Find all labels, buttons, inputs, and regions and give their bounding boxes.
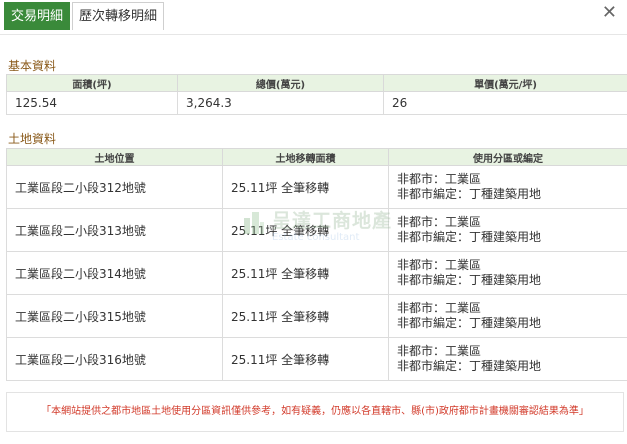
land-cell-usage: 非都市：工業區 非都市編定：丁種建築用地 xyxy=(388,251,627,295)
usage-designation: 非都市編定：丁種建築用地 xyxy=(397,273,542,287)
land-header-location: 土地位置 xyxy=(6,148,223,166)
tab-transfer-history[interactable]: 歷次轉移明細 xyxy=(72,2,165,30)
usage-zone: 非都市：工業區 xyxy=(397,258,482,272)
disclaimer-note: 「本網站提供之都市地區土地使用分區資訊僅供參考，如有疑義，仍應以各直轄市、縣(市… xyxy=(6,392,624,432)
land-cell-area: 25.11坪 全筆移轉 xyxy=(222,251,389,295)
land-cell-area: 25.11坪 全筆移轉 xyxy=(222,165,389,209)
land-cell-location: 工業區段二小段312地號 xyxy=(6,165,223,209)
land-header-usage: 使用分區或編定 xyxy=(388,148,627,166)
land-cell-location: 工業區段二小段315地號 xyxy=(6,294,223,338)
usage-designation: 非都市編定：丁種建築用地 xyxy=(397,316,542,330)
close-icon[interactable]: ✕ xyxy=(602,4,617,22)
table-row: 工業區段二小段313地號 25.11坪 全筆移轉 非都市：工業區 非都市編定：丁種… xyxy=(6,208,627,252)
land-table: 土地位置 土地移轉面積 使用分區或編定 工業區段二小段312地號 25.11坪 … xyxy=(6,148,627,381)
land-cell-area: 25.11坪 全筆移轉 xyxy=(222,208,389,252)
land-cell-area: 25.11坪 全筆移轉 xyxy=(222,337,389,381)
basic-cell-unit-price: 26 xyxy=(383,91,627,115)
usage-designation: 非都市編定：丁種建築用地 xyxy=(397,230,542,244)
usage-zone: 非都市：工業區 xyxy=(397,172,482,186)
usage-zone: 非都市：工業區 xyxy=(397,344,482,358)
usage-designation: 非都市編定：丁種建築用地 xyxy=(397,359,542,373)
land-cell-location: 工業區段二小段313地號 xyxy=(6,208,223,252)
table-row: 工業區段二小段315地號 25.11坪 全筆移轉 非都市：工業區 非都市編定：丁種… xyxy=(6,294,627,338)
table-row: 工業區段二小段314地號 25.11坪 全筆移轉 非都市：工業區 非都市編定：丁種… xyxy=(6,251,627,295)
land-cell-usage: 非都市：工業區 非都市編定：丁種建築用地 xyxy=(388,337,627,381)
land-cell-usage: 非都市：工業區 非都市編定：丁種建築用地 xyxy=(388,294,627,338)
tab-divider xyxy=(0,34,627,35)
land-cell-area: 25.11坪 全筆移轉 xyxy=(222,294,389,338)
land-cell-usage: 非都市：工業區 非都市編定：丁種建築用地 xyxy=(388,165,627,209)
land-cell-location: 工業區段二小段316地號 xyxy=(6,337,223,381)
table-row: 工業區段二小段312地號 25.11坪 全筆移轉 非都市：工業區 非都市編定：丁種… xyxy=(6,165,627,209)
basic-header-unit-price: 單價(萬元/坪) xyxy=(383,74,627,92)
basic-cell-area: 125.54 xyxy=(6,91,178,115)
basic-table: 面積(坪) 總價(萬元) 單價(萬元/坪) 125.54 3,264.3 26 xyxy=(6,74,627,115)
basic-header-area: 面積(坪) xyxy=(6,74,178,92)
land-section-title: 土地資料 xyxy=(8,132,57,146)
basic-section-title: 基本資料 xyxy=(8,59,57,73)
table-row: 工業區段二小段316地號 25.11坪 全筆移轉 非都市：工業區 非都市編定：丁種… xyxy=(6,337,627,381)
tab-bar: 交易明細 歷次轉移明細 xyxy=(0,0,165,30)
tab-transaction-details[interactable]: 交易明細 xyxy=(4,2,71,30)
basic-header-total-price: 總價(萬元) xyxy=(177,74,384,92)
basic-cell-total-price: 3,264.3 xyxy=(177,91,384,115)
land-cell-location: 工業區段二小段314地號 xyxy=(6,251,223,295)
usage-zone: 非都市：工業區 xyxy=(397,215,482,229)
land-header-area: 土地移轉面積 xyxy=(222,148,389,166)
usage-zone: 非都市：工業區 xyxy=(397,301,482,315)
usage-designation: 非都市編定：丁種建築用地 xyxy=(397,187,542,201)
land-cell-usage: 非都市：工業區 非都市編定：丁種建築用地 xyxy=(388,208,627,252)
